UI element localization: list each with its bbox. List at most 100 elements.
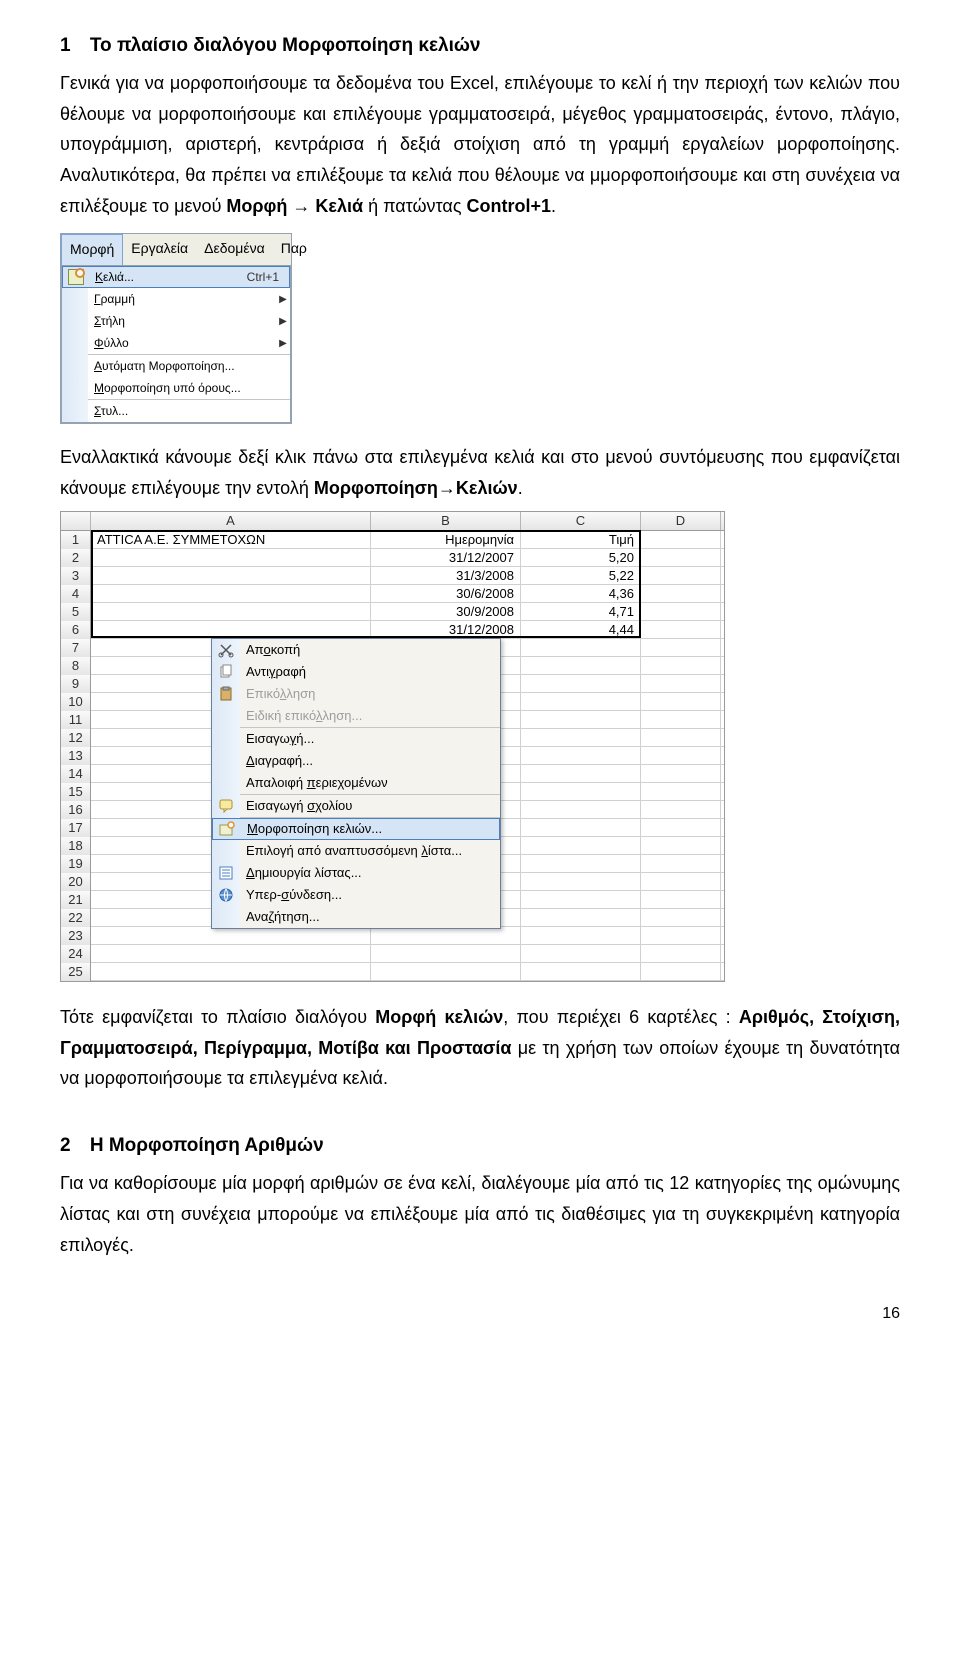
cell[interactable] [91,945,371,962]
column-header-D[interactable]: D [641,512,721,530]
context-menu-item[interactable]: Υπερ-σύνδεση... [212,884,500,906]
cell[interactable] [521,873,641,890]
row-header[interactable]: 3 [61,567,91,585]
cell[interactable] [521,891,641,908]
row-header[interactable]: 23 [61,927,91,945]
cell[interactable] [641,603,721,620]
cell[interactable] [521,729,641,746]
menubar-tab-data[interactable]: Δεδομένα [196,234,273,265]
cell[interactable]: 30/6/2008 [371,585,521,602]
cell[interactable] [641,639,721,656]
cell[interactable]: 5,22 [521,567,641,584]
menu-item[interactable]: Αυτόματη Μορφοποίηση... [62,355,290,377]
cell[interactable] [521,927,641,944]
cell[interactable]: ATTICA A.E. ΣΥΜΜΕΤΟΧΩΝ [91,531,371,548]
menubar-tab-format[interactable]: Μορφή [61,234,123,265]
cell[interactable] [641,891,721,908]
cell[interactable] [521,963,641,980]
row-header[interactable]: 22 [61,909,91,927]
row-header[interactable]: 16 [61,801,91,819]
cell[interactable] [91,567,371,584]
cell[interactable] [91,603,371,620]
cell[interactable] [641,819,721,836]
cell[interactable] [521,909,641,926]
column-header-A[interactable]: A [91,512,371,530]
cell[interactable] [641,963,721,980]
cell[interactable] [371,927,521,944]
context-menu-item[interactable]: Μορφοποίηση κελιών... [212,818,500,840]
cell[interactable] [521,783,641,800]
cell[interactable] [641,747,721,764]
cell[interactable] [641,783,721,800]
row-header[interactable]: 6 [61,621,91,639]
row-header[interactable]: 14 [61,765,91,783]
cell[interactable] [91,963,371,980]
row-header[interactable]: 8 [61,657,91,675]
cell[interactable] [521,639,641,656]
menubar-tab-tools[interactable]: Εργαλεία [123,234,196,265]
cell[interactable] [521,693,641,710]
context-menu-item[interactable]: Αναζήτηση... [212,906,500,928]
cell[interactable] [641,711,721,728]
row-header[interactable]: 11 [61,711,91,729]
cell[interactable] [641,585,721,602]
row-header[interactable]: 9 [61,675,91,693]
cell[interactable] [91,621,371,638]
menubar-tab-window[interactable]: Παρ [273,234,315,265]
context-menu-item[interactable]: Εισαγωγή σχολίου [212,795,500,817]
cell[interactable]: 4,71 [521,603,641,620]
menu-item[interactable]: Γραμμή▶ [62,288,290,310]
cell[interactable] [641,693,721,710]
cell[interactable] [91,549,371,566]
cell[interactable] [521,765,641,782]
row-header[interactable]: 25 [61,963,91,981]
row-header[interactable]: 21 [61,891,91,909]
cell[interactable]: Ημερομηνία [371,531,521,548]
cell[interactable] [641,567,721,584]
cell[interactable]: 4,44 [521,621,641,638]
cell[interactable] [521,855,641,872]
cell[interactable] [641,657,721,674]
menu-item[interactable]: Στυλ... [62,400,290,422]
row-header[interactable]: 2 [61,549,91,567]
row-header[interactable]: 4 [61,585,91,603]
row-header[interactable]: 17 [61,819,91,837]
row-header[interactable]: 10 [61,693,91,711]
cell[interactable] [521,675,641,692]
cell[interactable]: 4,36 [521,585,641,602]
row-header[interactable]: 1 [61,531,91,549]
row-header[interactable]: 19 [61,855,91,873]
context-menu-item[interactable]: Αντιγραφή [212,661,500,683]
cell[interactable] [521,801,641,818]
cell[interactable] [521,711,641,728]
row-header[interactable]: 15 [61,783,91,801]
row-header[interactable]: 12 [61,729,91,747]
cell[interactable] [371,945,521,962]
cell[interactable] [641,675,721,692]
cell[interactable]: Τιμή [521,531,641,548]
row-header[interactable]: 18 [61,837,91,855]
cell[interactable] [521,657,641,674]
cell[interactable] [521,819,641,836]
context-menu-item[interactable]: Απαλοιφή περιεχομένων [212,772,500,794]
cell[interactable]: 31/12/2008 [371,621,521,638]
cell[interactable]: 30/9/2008 [371,603,521,620]
cell[interactable]: 31/3/2008 [371,567,521,584]
row-header[interactable]: 24 [61,945,91,963]
context-menu-item[interactable]: Διαγραφή... [212,750,500,772]
row-header[interactable]: 7 [61,639,91,657]
menu-item[interactable]: Στήλη▶ [62,310,290,332]
menu-item[interactable]: Κελιά...Ctrl+1 [62,266,290,288]
column-header-B[interactable]: B [371,512,521,530]
cell[interactable] [641,621,721,638]
cell[interactable] [641,909,721,926]
cell[interactable] [641,729,721,746]
menu-item[interactable]: Μορφοποίηση υπό όρους... [62,377,290,399]
row-header[interactable]: 5 [61,603,91,621]
cell[interactable] [91,927,371,944]
context-menu-item[interactable]: Επιλογή από αναπτυσσόμενη λίστα... [212,840,500,862]
cell[interactable] [641,873,721,890]
cell[interactable]: 5,20 [521,549,641,566]
menu-item[interactable]: Φύλλο▶ [62,332,290,354]
row-header[interactable]: 13 [61,747,91,765]
